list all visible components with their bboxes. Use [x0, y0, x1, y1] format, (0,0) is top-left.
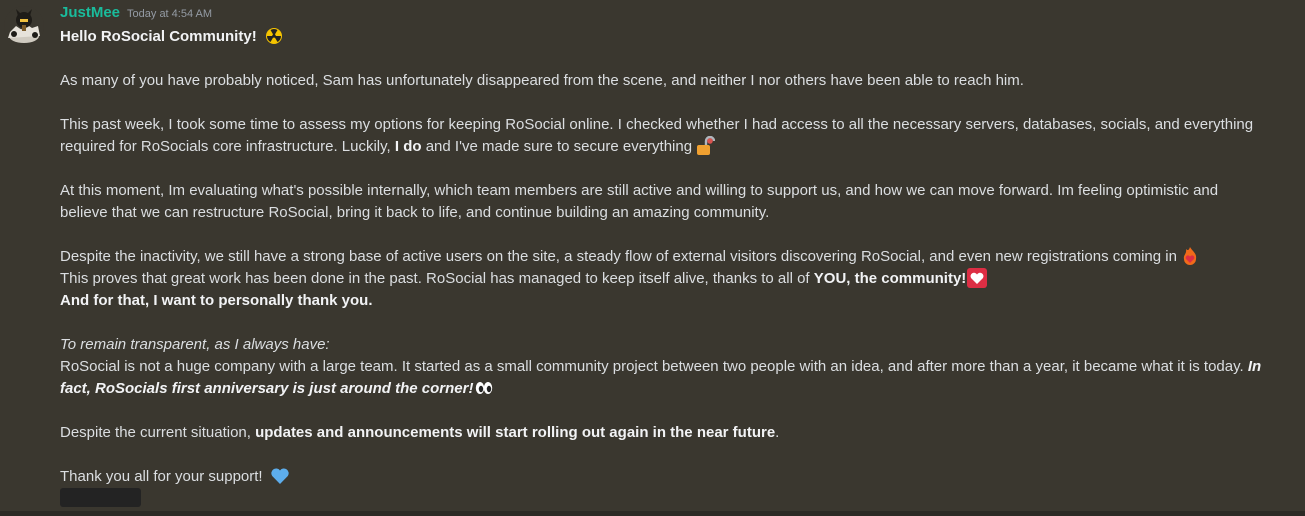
- fire-heart-icon: [1180, 246, 1200, 266]
- message-header: JustMee Today at 4:54 AM: [60, 4, 212, 24]
- p6-bold-text: updates and announcements will start rol…: [255, 424, 776, 441]
- paragraph-4-line-3: And for that, I want to personally thank…: [60, 290, 1292, 312]
- p5-bold-italic-text-a: In: [1247, 358, 1262, 375]
- paragraph-6: Despite the current situation, updates a…: [60, 422, 1292, 444]
- p4-bold-text: YOU, the community!: [813, 270, 967, 287]
- eyes-icon: [474, 378, 494, 398]
- p2-bold-text: I do: [394, 138, 422, 155]
- paragraph-4-line-2: This proves that great work has been don…: [60, 268, 1292, 290]
- redacted-block: [60, 488, 141, 507]
- p4-thanks-text: And for that, I want to personally thank…: [60, 292, 373, 309]
- p4-text: Despite the inactivity, we still have a …: [60, 248, 1177, 265]
- p2-text-b: and I've made sure to secure everything: [425, 138, 693, 155]
- author-username[interactable]: JustMee: [60, 4, 120, 21]
- paragraph-3-line-1: At this moment, Im evaluating what's pos…: [60, 182, 1219, 199]
- bottom-divider: [0, 511, 1305, 516]
- message-timestamp: Today at 4:54 AM: [127, 8, 213, 20]
- paragraph-2-line-2: required for RoSocials core infrastructu…: [60, 136, 1292, 158]
- paragraph-7: Thank you all for your support!: [60, 466, 1292, 488]
- paragraph-5-line-2: RoSocial is not a huge company with a la…: [60, 356, 1292, 378]
- p5-bold-italic-text-b: fact, RoSocials first anniversary is jus…: [60, 380, 474, 397]
- unlocked-lock-icon: [695, 136, 716, 156]
- paragraph-5-line-3: fact, RoSocials first anniversary is jus…: [60, 378, 1292, 400]
- chat-message: JustMee Today at 4:54 AM Hello RoSocial …: [0, 0, 1305, 516]
- greeting-line: Hello RoSocial Community!: [60, 26, 1292, 48]
- p5-italic-text: To remain transparent, as I always have:: [60, 336, 330, 353]
- paragraph-2-line-1: This past week, I took some time to asse…: [60, 116, 1254, 133]
- message-content: Hello RoSocial Community! As many of you…: [60, 26, 1292, 488]
- greeting-text: Hello RoSocial Community!: [60, 28, 257, 45]
- p7-text: Thank you all for your support!: [60, 468, 263, 485]
- heart-icon: [967, 268, 988, 288]
- paragraph-3-line-2: believe that we can restructure RoSocial…: [60, 204, 770, 221]
- paragraph-5-line-1: To remain transparent, as I always have:: [60, 334, 1292, 356]
- user-avatar[interactable]: [4, 6, 44, 46]
- p2-text-a: required for RoSocials core infrastructu…: [60, 138, 391, 155]
- p6-text-end: .: [775, 424, 780, 441]
- blue-heart-icon: [270, 466, 290, 486]
- paragraph-1: As many of you have probably noticed, Sa…: [60, 72, 1024, 89]
- paragraph-4-line-1: Despite the inactivity, we still have a …: [60, 246, 1292, 268]
- p5-text-a: RoSocial is not a huge company with a la…: [60, 358, 1244, 375]
- p4-text-a: This proves that great work has been don…: [60, 270, 810, 287]
- radioactive-emoji-icon: [264, 26, 284, 46]
- p6-text-a: Despite the current situation,: [60, 424, 251, 441]
